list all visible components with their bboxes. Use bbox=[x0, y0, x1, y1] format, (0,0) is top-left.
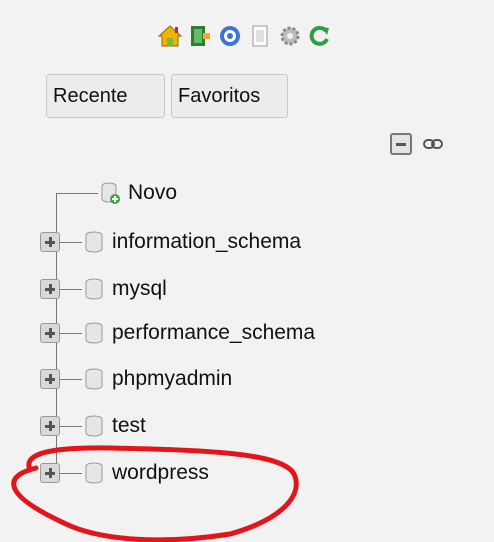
tree-branch bbox=[60, 472, 82, 474]
tree-branch bbox=[60, 378, 82, 380]
expand-icon[interactable] bbox=[40, 232, 60, 252]
database-icon bbox=[85, 415, 103, 437]
tree-item-database[interactable]: wordpress bbox=[40, 456, 209, 490]
home-icon[interactable] bbox=[158, 24, 182, 48]
tree-branch bbox=[60, 425, 82, 427]
database-icon bbox=[85, 231, 103, 253]
tree-item-database[interactable]: test bbox=[40, 409, 146, 443]
tree-branch bbox=[56, 192, 98, 194]
favorites-button[interactable]: Favoritos bbox=[171, 74, 288, 118]
exit-icon[interactable] bbox=[188, 24, 212, 48]
database-icon bbox=[85, 322, 103, 344]
recent-button[interactable]: Recente bbox=[46, 74, 165, 118]
database-icon bbox=[85, 368, 103, 390]
expand-icon[interactable] bbox=[40, 279, 60, 299]
tree-item-database[interactable]: performance_schema bbox=[40, 316, 315, 350]
tree-item-database[interactable]: information_schema bbox=[40, 225, 301, 259]
tree-item-label: Novo bbox=[128, 181, 178, 204]
database-icon bbox=[85, 462, 103, 484]
tree-item-label: performance_schema bbox=[112, 321, 316, 344]
tree-item-new[interactable]: Novo bbox=[56, 176, 177, 210]
settings-icon[interactable] bbox=[278, 24, 302, 48]
tree-item-label: phpmyadmin bbox=[112, 367, 233, 390]
expand-icon[interactable] bbox=[40, 369, 60, 389]
tree-item-label: test bbox=[112, 414, 146, 437]
expand-icon[interactable] bbox=[40, 463, 60, 483]
tree-item-label: wordpress bbox=[112, 461, 209, 484]
documentation-icon[interactable] bbox=[248, 24, 272, 48]
help-icon[interactable] bbox=[218, 24, 242, 48]
database-icon bbox=[85, 278, 103, 300]
navigation-toolbar bbox=[158, 24, 332, 48]
link-icon[interactable] bbox=[422, 133, 444, 155]
tree-item-database[interactable]: phpmyadmin bbox=[40, 362, 232, 396]
new-database-icon bbox=[101, 182, 120, 204]
collapse-all-icon[interactable] bbox=[390, 133, 412, 155]
tree-branch bbox=[60, 332, 82, 334]
tree-branch bbox=[60, 288, 82, 290]
reload-icon[interactable] bbox=[308, 24, 332, 48]
tree-controls bbox=[390, 133, 444, 155]
tree-item-label: mysql bbox=[112, 277, 167, 300]
expand-icon[interactable] bbox=[40, 323, 60, 343]
tree-branch bbox=[60, 241, 82, 243]
expand-icon[interactable] bbox=[40, 416, 60, 436]
tree-item-label: information_schema bbox=[112, 230, 302, 253]
tree-item-database[interactable]: mysql bbox=[40, 272, 167, 306]
